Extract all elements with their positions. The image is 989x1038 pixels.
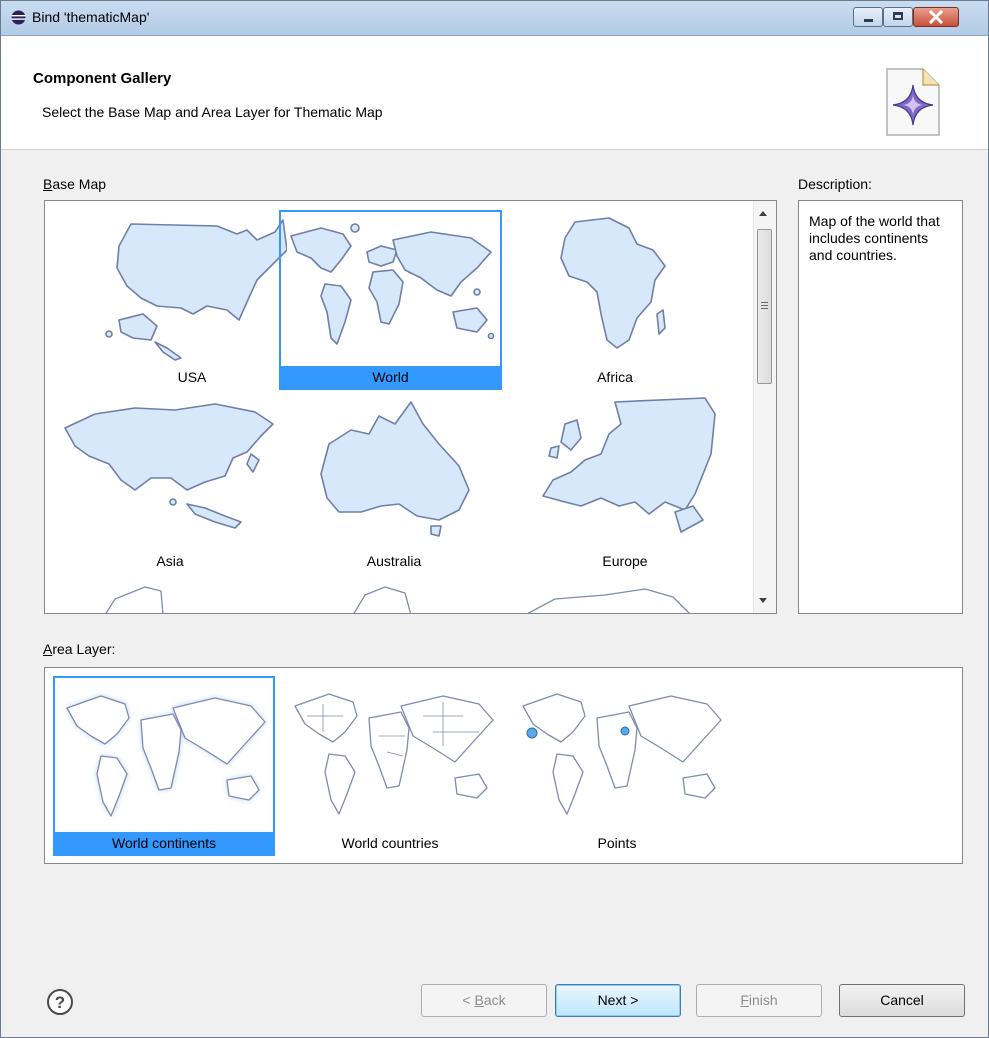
map-tile-asia[interactable]: Asia bbox=[55, 394, 285, 574]
asia-map-image bbox=[64, 403, 274, 529]
title-bar[interactable]: Bind 'thematicMap' bbox=[1, 1, 988, 36]
australia-map-image bbox=[320, 401, 470, 537]
map-tile-europe[interactable]: Europe bbox=[525, 394, 725, 574]
scroll-down-arrow-icon[interactable] bbox=[759, 598, 767, 603]
layer-tile-world-countries[interactable]: World countries bbox=[283, 676, 497, 856]
layer-tile-label: World countries bbox=[341, 835, 439, 851]
world-map-image bbox=[290, 223, 495, 345]
map-tile-usa[interactable]: USA bbox=[97, 210, 287, 390]
maximize-button[interactable] bbox=[883, 7, 913, 27]
layer-tile-world-continents[interactable]: World continents bbox=[53, 676, 275, 856]
wizard-sparkle-icon bbox=[886, 68, 940, 136]
finish-button[interactable]: Finish bbox=[696, 984, 822, 1017]
description-text: Map of the world that includes continent… bbox=[809, 213, 940, 263]
base-map-gallery[interactable]: USA World Africa Asia Australia Europe bbox=[44, 200, 777, 614]
maximize-icon bbox=[893, 12, 903, 20]
description-panel: Map of the world that includes continent… bbox=[798, 200, 963, 614]
map-tile-label: World bbox=[281, 366, 500, 388]
layer-tile-points[interactable]: Points bbox=[511, 676, 723, 856]
minimize-button[interactable] bbox=[853, 7, 883, 27]
back-button[interactable]: < Back bbox=[421, 984, 547, 1017]
map-tile-label: Europe bbox=[602, 553, 648, 569]
page-title: Component Gallery bbox=[33, 70, 172, 87]
help-icon[interactable]: ? bbox=[46, 988, 74, 1016]
world-countries-image bbox=[294, 693, 494, 815]
world-continents-image bbox=[66, 695, 266, 817]
eclipse-icon bbox=[11, 10, 26, 25]
map-tile-label: Australia bbox=[366, 553, 422, 569]
close-icon bbox=[928, 9, 944, 25]
europe-map-image bbox=[542, 397, 716, 533]
dialog-window: Bind 'thematicMap' Component Gallery Sel… bbox=[0, 0, 989, 1038]
map-point-marker bbox=[620, 726, 630, 736]
map-tile-label: Africa bbox=[597, 369, 633, 385]
svg-text:?: ? bbox=[55, 993, 65, 1012]
description-label: Description: bbox=[798, 176, 872, 192]
usa-map-image bbox=[105, 219, 287, 361]
more-maps-row-partial bbox=[105, 586, 690, 613]
map-tile-australia[interactable]: Australia bbox=[299, 394, 489, 574]
close-button[interactable] bbox=[913, 7, 959, 27]
area-layer-gallery[interactable]: World continents World countries Points bbox=[44, 667, 963, 864]
scroll-up-arrow-icon[interactable] bbox=[759, 211, 767, 216]
base-map-label: Base Map bbox=[43, 176, 107, 192]
grip-icon bbox=[761, 302, 768, 309]
map-tile-label: Asia bbox=[156, 553, 184, 569]
map-tile-africa[interactable]: Africa bbox=[525, 210, 705, 390]
map-point-marker bbox=[526, 727, 538, 739]
points-map-image bbox=[522, 693, 722, 815]
map-tile-label: USA bbox=[177, 369, 207, 385]
map-tile-world[interactable]: World bbox=[279, 210, 502, 390]
base-map-scrollbar[interactable] bbox=[753, 201, 776, 613]
area-layer-label: Area Layer: bbox=[43, 641, 116, 657]
layer-tile-label: Points bbox=[597, 835, 637, 851]
scroll-thumb[interactable] bbox=[757, 229, 772, 384]
page-subtitle: Select the Base Map and Area Layer for T… bbox=[42, 104, 383, 120]
window-title: Bind 'thematicMap' bbox=[32, 9, 150, 25]
africa-map-image bbox=[560, 217, 666, 349]
minimize-icon bbox=[864, 19, 873, 22]
wizard-banner: Component Gallery Select the Base Map an… bbox=[1, 36, 988, 150]
next-button[interactable]: Next > bbox=[555, 984, 681, 1017]
layer-tile-label: World continents bbox=[55, 832, 273, 854]
cancel-button[interactable]: Cancel bbox=[839, 984, 965, 1017]
